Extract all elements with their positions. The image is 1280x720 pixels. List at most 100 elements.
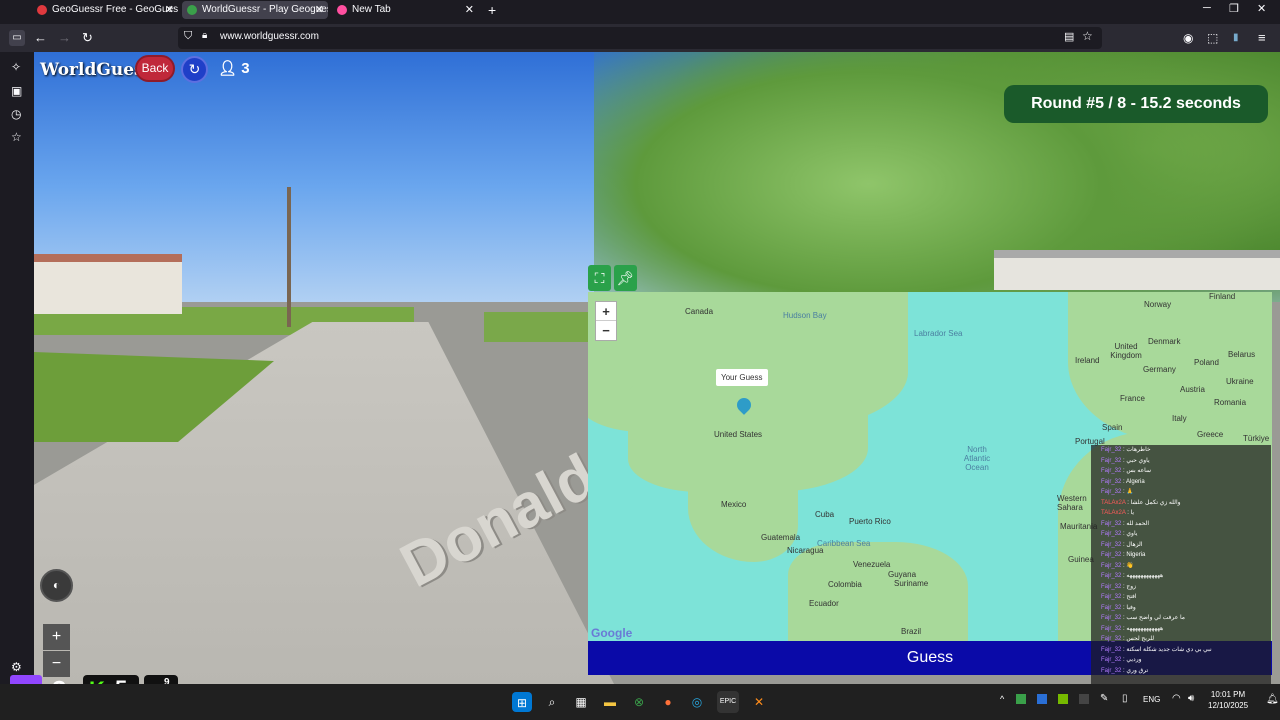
geoguessr-icon bbox=[37, 5, 47, 15]
chat-text: ههههههههههههه bbox=[1126, 573, 1164, 579]
extension-badge-icon[interactable]: ▮ bbox=[1233, 29, 1239, 47]
chat-text: الزهال bbox=[1126, 541, 1143, 548]
edge-icon[interactable]: ◎ bbox=[686, 691, 708, 713]
map-zoom-control: + − bbox=[595, 301, 617, 341]
chat-username: Fajr_32 bbox=[1101, 520, 1122, 527]
battery-icon[interactable]: ▯ bbox=[1122, 693, 1128, 704]
forward-arrow-icon[interactable]: → bbox=[58, 29, 71, 47]
pin-map-button[interactable]: 📌︎ bbox=[614, 265, 637, 291]
menu-icon[interactable]: ≡ bbox=[1258, 29, 1266, 47]
chat-username: Fajr_32 bbox=[1101, 489, 1122, 495]
chat-username: Fajr_32 bbox=[1101, 552, 1122, 558]
history-icon[interactable]: ◷ bbox=[11, 107, 21, 121]
chat-text: ما عرفت لي واضح سب bbox=[1126, 615, 1185, 621]
map-zoom-in-button[interactable]: + bbox=[596, 302, 616, 321]
tray-nvidia-icon[interactable] bbox=[1058, 694, 1068, 704]
search-icon[interactable]: ⌕ bbox=[541, 691, 563, 713]
tab-worldguessr[interactable]: WorldGuessr - Play Geoguessr Free ✕ bbox=[182, 1, 328, 19]
chat-message: Fajr_32 : ههههههههههههه bbox=[1091, 571, 1271, 582]
map-label: Finland bbox=[1209, 292, 1236, 301]
map-label: Colombia bbox=[828, 580, 862, 589]
bookmarks-icon[interactable]: ☆ bbox=[11, 130, 22, 144]
maximize-button[interactable]: ❐ bbox=[1229, 2, 1239, 15]
volume-icon[interactable]: 🔊︎ bbox=[1188, 693, 1194, 704]
stream-chat-overlay: Fajr_32 : خاطرهات Fajr_32 : ياوي حبي Fajr_… bbox=[1091, 445, 1271, 684]
store-icon[interactable]: ▦ bbox=[570, 691, 592, 713]
map-label: Western Sahara bbox=[1057, 494, 1087, 512]
app-icon[interactable]: ✕ bbox=[748, 691, 770, 713]
chat-message: Fajr_32 : Algeria bbox=[1091, 477, 1271, 488]
map-controls: ⛶ 📌︎ bbox=[588, 265, 640, 291]
chat-text: ورديي bbox=[1126, 657, 1142, 663]
xbox-icon[interactable]: ⊗ bbox=[628, 691, 650, 713]
close-window-button[interactable]: ✕ bbox=[1257, 2, 1266, 15]
chat-username: TALAx2A bbox=[1101, 499, 1126, 506]
lock-icon[interactable]: 🔒︎ bbox=[202, 30, 207, 41]
pen-icon[interactable]: ✎ bbox=[1100, 693, 1108, 704]
firefox-icon[interactable]: ● bbox=[657, 691, 679, 713]
map-label: Greece bbox=[1197, 430, 1224, 439]
close-icon[interactable]: ✕ bbox=[165, 1, 174, 19]
refresh-button[interactable]: ↻ bbox=[181, 56, 208, 83]
compass-icon[interactable]: ◐ bbox=[40, 569, 73, 602]
reload-icon[interactable]: ↻ bbox=[82, 29, 93, 47]
map-label: Ecuador bbox=[809, 599, 839, 608]
chat-username: Fajr_32 bbox=[1101, 573, 1122, 579]
epic-icon[interactable]: EPIC bbox=[717, 691, 739, 713]
wifi-icon[interactable]: ◠ bbox=[1172, 693, 1181, 704]
chat-username: Fajr_32 bbox=[1101, 583, 1122, 590]
tray-app-icon[interactable] bbox=[1016, 694, 1026, 704]
close-icon[interactable]: ✕ bbox=[465, 1, 474, 19]
account-icon[interactable]: ◉ bbox=[1183, 29, 1193, 47]
chat-username: Fajr_32 bbox=[1101, 447, 1122, 453]
back-arrow-icon[interactable]: ← bbox=[34, 29, 47, 47]
new-tab-button[interactable]: + bbox=[488, 1, 496, 19]
zoom-in-button[interactable]: + bbox=[43, 624, 70, 650]
synced-tabs-icon[interactable]: ▣ bbox=[11, 84, 22, 98]
system-clock[interactable]: 10:01 PM 12/10/2025 bbox=[1208, 689, 1248, 711]
url-text[interactable]: www.worldguessr.com bbox=[220, 31, 319, 42]
map-label: Brazil bbox=[901, 627, 922, 636]
land-mexico bbox=[688, 472, 798, 562]
tray-expand-icon[interactable]: ^ bbox=[1000, 694, 1004, 704]
chat-username: Fajr_32 bbox=[1101, 667, 1122, 674]
sidebar-toggle-icon[interactable]: ▭ bbox=[9, 30, 25, 46]
language-indicator[interactable]: ENG bbox=[1143, 695, 1160, 704]
reader-view-icon[interactable]: ▤ bbox=[1064, 30, 1074, 43]
expand-map-button[interactable]: ⛶ bbox=[588, 265, 611, 291]
tab-geoguessr[interactable]: GeoGuessr Free - GeoGuessr ✕ bbox=[32, 1, 178, 19]
chat-text: Algeria bbox=[1126, 478, 1145, 485]
chat-message: TALAx2A : والله زي تكمل علشا bbox=[1091, 498, 1271, 509]
tab-new[interactable]: New Tab ✕ bbox=[332, 1, 478, 19]
clock-date: 12/10/2025 bbox=[1208, 701, 1249, 710]
game-viewport[interactable]: Donald St WorldGuessr Back ↻ 👤︎ 3 Round … bbox=[34, 52, 1280, 684]
map-label: United States bbox=[714, 430, 763, 439]
minimize-button[interactable]: ─ bbox=[1203, 2, 1211, 14]
chat-message: Fajr_32 : 🙏 bbox=[1091, 487, 1271, 498]
round-timer-banner: Round #5 / 8 - 15.2 seconds bbox=[1004, 85, 1268, 123]
map-label: Denmark bbox=[1148, 337, 1181, 346]
chat-message: Fajr_32 : الحمد لله bbox=[1091, 519, 1271, 530]
tray-app-icon[interactable] bbox=[1037, 694, 1047, 704]
extensions-icon[interactable]: ⬚ bbox=[1207, 29, 1218, 47]
url-bar[interactable]: ⛉ 🔒︎ www.worldguessr.com ▤ ☆ bbox=[178, 27, 1102, 49]
tab-label: WorldGuessr - Play Geoguessr Free bbox=[202, 4, 328, 15]
zoom-out-button[interactable]: − bbox=[43, 651, 70, 677]
back-button[interactable]: Back bbox=[135, 55, 175, 82]
tray-app-icon[interactable] bbox=[1079, 694, 1089, 704]
close-icon[interactable]: ✕ bbox=[315, 1, 324, 19]
clock-time: 10:01 PM bbox=[1210, 690, 1246, 699]
bookmark-star-icon[interactable]: ☆ bbox=[1082, 29, 1093, 43]
map-zoom-out-button[interactable]: − bbox=[596, 321, 616, 340]
map-label: Norway bbox=[1144, 300, 1172, 309]
notification-bell-icon[interactable]: 🔔︎ bbox=[1266, 694, 1279, 705]
folder-icon[interactable]: ▬ bbox=[599, 691, 621, 713]
chat-text: والله زي تكمل علشا bbox=[1130, 499, 1181, 506]
ai-chat-icon[interactable]: ✧ bbox=[11, 60, 21, 74]
shield-icon[interactable]: ⛉ bbox=[184, 30, 192, 43]
chat-username: Fajr_32 bbox=[1101, 478, 1122, 485]
tab-bar: GeoGuessr Free - GeoGuessr ✕ WorldGuessr… bbox=[0, 0, 1280, 20]
firefox-icon bbox=[337, 5, 347, 15]
settings-gear-icon[interactable]: ⚙ bbox=[11, 660, 22, 674]
windows-icon[interactable]: ⊞ bbox=[512, 692, 532, 712]
